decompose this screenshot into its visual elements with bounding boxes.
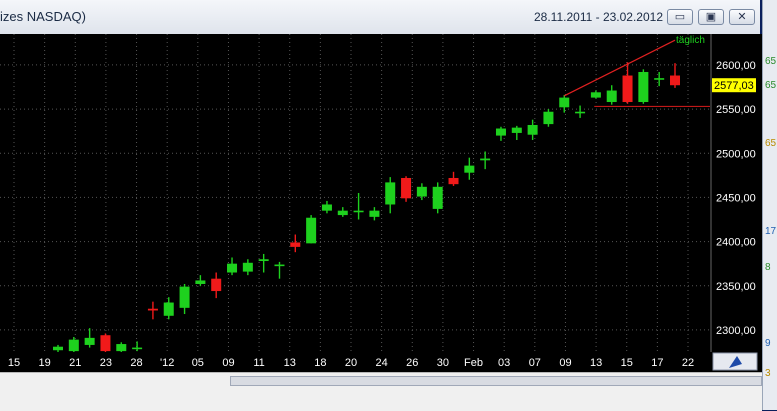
right-label-1: 65 [765, 56, 777, 67]
candle-body [670, 75, 680, 86]
x-tick-label: 09 [222, 357, 234, 369]
candle-body [227, 263, 238, 273]
candle-body [401, 177, 412, 199]
minimize-button[interactable]: ▭ [667, 9, 693, 25]
date-range-label: 28.11.2011 - 23.02.2012 [534, 10, 663, 24]
candle-body [258, 259, 269, 262]
right-label-3: 65 [765, 138, 777, 149]
x-tick-label: 13 [284, 357, 296, 369]
candle-body [416, 186, 427, 197]
candle-body [290, 242, 301, 247]
candle-body [606, 90, 617, 103]
scrollbar-thumb[interactable] [230, 376, 762, 386]
candle-body [53, 346, 63, 351]
candle-body [68, 339, 79, 352]
close-button[interactable]: ✕ [729, 9, 755, 25]
candle-body [385, 182, 396, 205]
horizontal-scrollbar[interactable] [0, 372, 762, 411]
restore-button[interactable]: ▣ [698, 9, 724, 25]
x-tick-label: 17 [651, 357, 663, 369]
x-tick-label: Feb [464, 357, 483, 369]
candle-body [575, 111, 586, 114]
y-tick-label: 2400,00 [716, 237, 756, 249]
candle-body [100, 335, 111, 352]
window-titlebar: izes NASDAQ) 28.11.2011 - 23.02.2012 ▭ ▣… [0, 0, 760, 35]
x-tick-label: 13 [590, 357, 602, 369]
price-chart[interactable]: 2577,03 2300,00 2350,00 2400,00 2450,00 2500… [0, 34, 762, 372]
candle-body [464, 165, 475, 173]
candle-body [274, 264, 285, 267]
candle-body [448, 177, 459, 185]
x-tick-label: 18 [314, 357, 326, 369]
right-indicator-strip: 65 65 65 17 8 9 3 [762, 0, 777, 410]
current-price-label: 2577,03 [714, 80, 754, 92]
x-tick-label: 19 [39, 357, 51, 369]
x-tick-label: '12 [160, 357, 174, 369]
x-tick-label: 11 [253, 357, 264, 369]
x-tick-label: 15 [621, 357, 633, 369]
x-tick-label: 20 [345, 357, 357, 369]
draw-tool-button[interactable] [712, 352, 758, 371]
candle-body [306, 217, 317, 244]
right-label-4: 17 [765, 226, 777, 237]
interval-label: täglich [676, 35, 705, 46]
candle-body [480, 158, 491, 161]
x-tick-label: 23 [100, 357, 112, 369]
x-tick-label: 05 [192, 357, 204, 369]
x-tick-label: 03 [498, 357, 510, 369]
candle-body [337, 210, 348, 216]
x-tick-label: 09 [559, 357, 571, 369]
x-tick-label: 22 [682, 357, 694, 369]
candle-body [353, 210, 364, 213]
x-tick-label: 15 [8, 357, 20, 369]
x-tick-label: 30 [437, 357, 449, 369]
candle-body [654, 78, 665, 80]
y-tick-label: 2500,00 [716, 148, 756, 160]
candle-body [321, 204, 332, 211]
candle-body [559, 97, 570, 108]
y-tick-label: 2300,00 [716, 325, 756, 337]
candle-body [163, 302, 174, 316]
candle-body [543, 111, 554, 125]
x-tick-label: 28 [130, 357, 142, 369]
y-tick-label: 2350,00 [716, 281, 756, 293]
x-tick-label: 21 [69, 357, 81, 369]
candle-body [511, 127, 522, 133]
right-label-6: 9 [765, 338, 771, 349]
y-tick-label: 2550,00 [716, 104, 756, 116]
candle-body [622, 75, 633, 103]
candle-body [132, 347, 143, 350]
candle-body [116, 344, 127, 352]
candle-body [84, 337, 95, 345]
right-label-7: 3 [765, 368, 771, 379]
window-title: izes NASDAQ) [0, 9, 86, 24]
candle-body [638, 71, 649, 103]
y-tick-label: 2600,00 [716, 60, 756, 72]
candle-body [147, 308, 158, 311]
candle-body [195, 280, 206, 284]
candle-body [527, 124, 538, 135]
x-tick-label: 24 [376, 357, 388, 369]
candle-body [590, 92, 601, 98]
candle-body [495, 128, 506, 136]
right-label-5: 8 [765, 262, 771, 273]
candle-body [242, 262, 253, 272]
candle-body [432, 186, 443, 209]
candle-body [211, 278, 222, 292]
candle-body [369, 210, 380, 217]
x-tick-label: 26 [406, 357, 418, 369]
x-tick-label: 07 [529, 357, 541, 369]
y-tick-label: 2450,00 [716, 192, 756, 204]
candle-body [179, 286, 190, 308]
right-label-2: 65 [765, 80, 777, 91]
